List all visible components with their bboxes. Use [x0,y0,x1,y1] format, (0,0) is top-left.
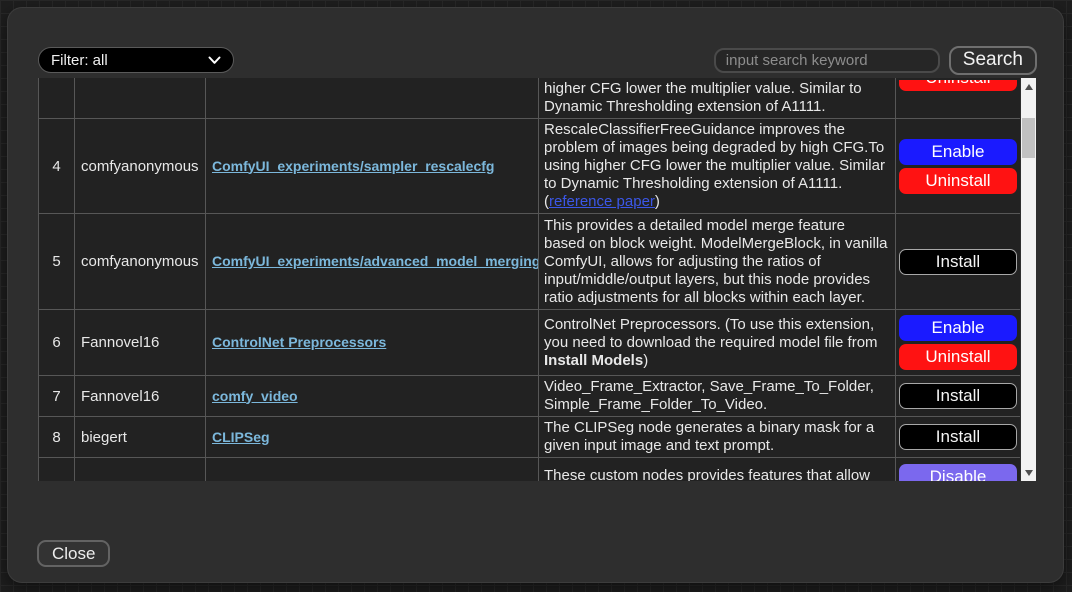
install-button[interactable]: Install [899,424,1017,450]
cell-description: These custom nodes provides features tha… [539,458,896,482]
scrollbar-up-button[interactable] [1021,79,1036,94]
cell-id: 8 [39,417,75,458]
cell-author: BlenderNeko [75,458,206,482]
uninstall-button[interactable]: Uninstall [899,168,1017,194]
vertical-scrollbar[interactable] [1021,78,1036,481]
extension-link[interactable]: ComfyUI_experiments/sampler_rescalecfg [212,158,494,174]
cell-actions: Disable [896,458,1021,482]
triangle-down-icon [1025,470,1033,476]
cell-author: biegert [75,417,206,458]
cell-name: ComfyUI Cutoff [206,458,539,482]
table-row-partial-bottom: 9 BlenderNeko ComfyUI Cutoff These custo… [39,458,1021,482]
cell-author: comfyanonymous [75,119,206,214]
comfyui-canvas: Filter: all Search [0,0,1072,592]
cell-description: This provides a detailed model merge fea… [539,214,896,310]
cell-id: 7 [39,376,75,417]
table-row: 6 Fannovel16 ControlNet Preprocessors Co… [39,310,1021,376]
disable-button[interactable]: Disable [899,464,1017,481]
dialog-toolbar: Filter: all Search [38,46,1037,74]
table-row: 5 comfyanonymous ComfyUI_experiments/adv… [39,214,1021,310]
cell-author: Fannovel16 [75,310,206,376]
filter-dropdown-label: Filter: all [51,52,108,69]
install-custom-nodes-dialog: Filter: all Search [8,8,1063,582]
table-row: 7 Fannovel16 comfy_video Video_Frame_Ext… [39,376,1021,417]
extension-link[interactable]: ControlNet Preprocessors [212,334,386,350]
cell-actions: Uninstall [896,78,1021,119]
cut-button-clip: Uninstall [896,80,1020,92]
cell-author: Fannovel16 [75,376,206,417]
cell-actions: Install [896,417,1021,458]
cell-actions: Enable Uninstall [896,119,1021,214]
cell-name: CLIPSeg [206,417,539,458]
cell-name: ControlNet Preprocessors [206,310,539,376]
enable-button[interactable]: Enable [899,139,1017,165]
table-row: 8 biegert CLIPSeg The CLIPSeg node gener… [39,417,1021,458]
nodes-table: higher CFG lower the multiplier value. S… [38,78,1020,481]
table-row: 4 comfyanonymous ComfyUI_experiments/sam… [39,119,1021,214]
cell-description: RescaleClassifierFreeGuidance improves t… [539,119,896,214]
cell-author: comfyanonymous [75,214,206,310]
cell-description: Video_Frame_Extractor, Save_Frame_To_Fol… [539,376,896,417]
enable-button[interactable]: Enable [899,315,1017,341]
extension-link[interactable]: comfy_video [212,388,298,404]
scrollbar-thumb[interactable] [1022,118,1035,158]
cell-id: 5 [39,214,75,310]
cell-id: 6 [39,310,75,376]
cell-actions: Enable Uninstall [896,310,1021,376]
uninstall-button[interactable]: Uninstall [899,80,1017,91]
cell-description: ControlNet Preprocessors. (To use this e… [539,310,896,376]
uninstall-button[interactable]: Uninstall [899,344,1017,370]
filter-dropdown[interactable]: Filter: all [38,47,234,73]
chevron-down-icon [208,56,221,65]
close-button[interactable]: Close [37,540,110,567]
cell-description: higher CFG lower the multiplier value. S… [539,78,896,119]
reference-paper-link[interactable]: reference paper [549,193,655,210]
extension-link[interactable]: CLIPSeg [212,429,270,445]
cell-description: The CLIPSeg node generates a binary mask… [539,417,896,458]
install-models-emphasis: Install Models [544,352,643,369]
cell-name: ComfyUI_experiments/sampler_rescalecfg [206,119,539,214]
cell-name: comfy_video [206,376,539,417]
cell-actions: Install [896,214,1021,310]
search-button[interactable]: Search [949,46,1037,75]
cell-author [75,78,206,119]
nodes-table-area: higher CFG lower the multiplier value. S… [38,78,1036,481]
cell-id: 4 [39,119,75,214]
table-row-partial-top: higher CFG lower the multiplier value. S… [39,78,1021,119]
triangle-up-icon [1025,84,1033,90]
install-button[interactable]: Install [899,249,1017,275]
nodes-table-viewport: higher CFG lower the multiplier value. S… [38,78,1020,481]
scrollbar-down-button[interactable] [1021,465,1036,480]
cell-name: ComfyUI_experiments/advanced_model_mergi… [206,214,539,310]
cell-actions: Install [896,376,1021,417]
search-group: Search [714,46,1037,75]
cell-id [39,78,75,119]
search-input[interactable] [714,48,940,73]
install-button[interactable]: Install [899,383,1017,409]
description-text: ) [643,352,648,369]
cell-name [206,78,539,119]
cell-id: 9 [39,458,75,482]
extension-link[interactable]: ComfyUI_experiments/advanced_model_mergi… [212,253,539,269]
description-text: ControlNet Preprocessors. (To use this e… [544,316,878,351]
description-text: ) [655,193,660,210]
